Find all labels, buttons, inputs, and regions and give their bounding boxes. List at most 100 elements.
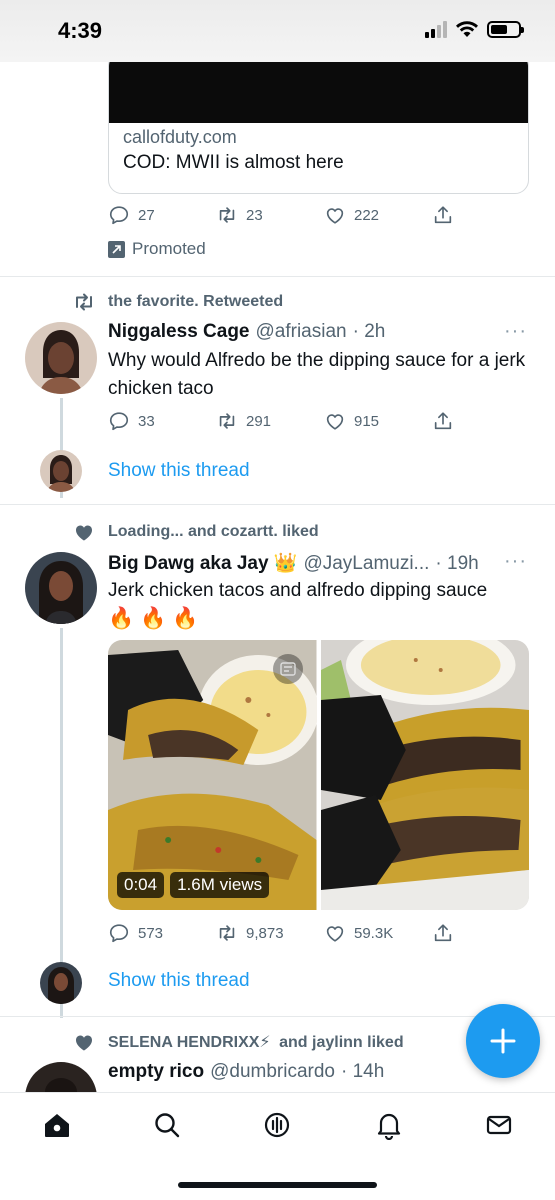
promoted-action-bar: 27 23 222: [108, 204, 454, 226]
home-indicator: [178, 1182, 377, 1188]
share-button[interactable]: [432, 204, 454, 226]
tweet-divider: [0, 504, 555, 505]
tab-home[interactable]: [37, 1105, 77, 1145]
tweet-action-bar: 573 9,873 59.3K: [108, 922, 454, 944]
tweet-time: · 14h: [341, 1061, 385, 1082]
compose-button[interactable]: [466, 1004, 540, 1078]
heart-filled-icon: [76, 525, 92, 541]
more-options-icon[interactable]: ···: [504, 550, 527, 573]
user-handle[interactable]: @dumbricardo: [210, 1061, 335, 1083]
retweet-context[interactable]: the favorite. Retweeted: [72, 290, 283, 314]
like-context[interactable]: SELENA HENDRIXX⚡ and jaylinn liked: [72, 1030, 404, 1054]
like-icon: [326, 414, 344, 430]
link-preview-card[interactable]: callofduty.com COD: MWII is almost here: [108, 62, 529, 194]
reply-icon: [109, 924, 129, 943]
tweet-header: Big Dawg aka Jay 👑 @JayLamuzi... · 19h: [108, 551, 479, 575]
tweet-media-grid[interactable]: 0:04 1.6M views: [108, 640, 529, 910]
reply-button[interactable]: 573: [108, 922, 216, 944]
status-bar: 4:39: [0, 0, 555, 62]
promoted-text: Promoted: [132, 239, 206, 258]
tweet-text[interactable]: Jerk chicken tacos and alfredo dipping s…: [108, 577, 533, 633]
like-context-text: Loading... and cozartt. liked: [108, 523, 319, 540]
share-button[interactable]: [432, 922, 454, 944]
tab-spaces[interactable]: [257, 1105, 297, 1145]
share-button[interactable]: [432, 410, 454, 432]
tab-notifications[interactable]: [369, 1105, 409, 1145]
tweet-text-body: Jerk chicken tacos and alfredo dipping s…: [108, 580, 488, 601]
tweet-header: empty rico @dumbricardo · 14h: [108, 1061, 384, 1083]
tweet-action-bar: 33 291 915: [108, 410, 454, 432]
avatar-small[interactable]: [40, 450, 82, 492]
like-count: 222: [354, 206, 380, 224]
like-count: 915: [354, 412, 380, 430]
avatar[interactable]: [25, 322, 97, 394]
tab-search[interactable]: [147, 1105, 187, 1145]
messages-icon: [486, 1115, 512, 1135]
battery-icon: [487, 20, 524, 38]
more-options-icon[interactable]: ···: [504, 320, 527, 343]
avatar[interactable]: [25, 552, 97, 624]
share-icon: [434, 412, 452, 430]
video-views: 1.6M views: [170, 872, 270, 898]
fire-emojis: 🔥🔥🔥: [108, 607, 205, 630]
video-player[interactable]: 0:04 1.6M views: [108, 640, 317, 910]
like-context-name[interactable]: SELENA HENDRIXX⚡: [108, 1034, 271, 1051]
like-context[interactable]: Loading... and cozartt. liked: [72, 520, 319, 544]
tweet-time: · 2h: [352, 321, 386, 342]
link-card-image[interactable]: [109, 62, 528, 123]
display-name[interactable]: Big Dawg aka Jay 👑: [108, 551, 297, 575]
retweet-button[interactable]: 291: [216, 410, 324, 432]
like-context-text: SELENA HENDRIXX⚡ and jaylinn liked: [108, 1032, 404, 1052]
reply-count: 33: [138, 412, 155, 430]
like-button[interactable]: 59.3K: [324, 922, 432, 944]
retweet-count: 23: [246, 206, 263, 224]
tweet-header: Niggaless Cage @afriasian · 2h: [108, 321, 385, 343]
tweet-text[interactable]: Why would Alfredo be the dipping sauce f…: [108, 347, 533, 403]
notifications-icon: [377, 1113, 401, 1140]
like-button[interactable]: 222: [324, 204, 432, 226]
photo-image: [320, 640, 529, 910]
display-name[interactable]: Niggaless Cage: [108, 321, 250, 343]
display-name[interactable]: empty rico: [108, 1061, 204, 1083]
cellular-signal-icon: [425, 20, 447, 38]
tweet-divider: [0, 276, 555, 277]
spaces-icon: [264, 1112, 290, 1138]
thread-line: [60, 628, 63, 1018]
user-handle[interactable]: @JayLamuzi...: [303, 553, 429, 575]
reply-button[interactable]: 33: [108, 410, 216, 432]
home-icon: [45, 1114, 69, 1137]
reply-count: 573: [138, 924, 164, 942]
user-handle[interactable]: @afriasian: [256, 321, 347, 343]
reply-icon: [109, 412, 129, 431]
wifi-icon: [456, 21, 478, 37]
tab-messages[interactable]: [479, 1105, 519, 1145]
retweet-button[interactable]: 23: [216, 204, 324, 226]
timeline-feed[interactable]: callofduty.com COD: MWII is almost here …: [0, 62, 555, 1092]
show-thread-link[interactable]: Show this thread: [108, 970, 250, 992]
promoted-label: Promoted: [108, 239, 206, 259]
like-context-rest: and jaylinn liked: [279, 1034, 404, 1051]
retweet-icon: [219, 925, 235, 941]
heart-filled-icon: [76, 1035, 92, 1051]
retweet-icon: [76, 293, 92, 311]
avatar[interactable]: [25, 1062, 97, 1092]
status-icons: [425, 20, 524, 38]
avatar-small[interactable]: [40, 962, 82, 1004]
share-icon: [434, 924, 452, 942]
like-button[interactable]: 915: [324, 410, 432, 432]
show-thread-link[interactable]: Show this thread: [108, 460, 250, 482]
retweet-icon: [219, 413, 235, 429]
tweet-photo[interactable]: [320, 640, 529, 910]
video-duration: 0:04: [117, 872, 165, 898]
search-icon: [155, 1113, 180, 1138]
retweet-button[interactable]: 9,873: [216, 922, 324, 944]
retweet-context-text: the favorite. Retweeted: [108, 293, 284, 310]
retweet-count: 9,873: [246, 924, 284, 942]
captions-icon[interactable]: [272, 654, 303, 684]
retweet-icon: [219, 207, 235, 223]
share-icon: [434, 206, 452, 224]
link-card-title: COD: MWII is almost here: [123, 152, 344, 173]
reply-button[interactable]: 27: [108, 204, 216, 226]
like-icon: [326, 926, 344, 942]
like-icon: [326, 208, 344, 224]
